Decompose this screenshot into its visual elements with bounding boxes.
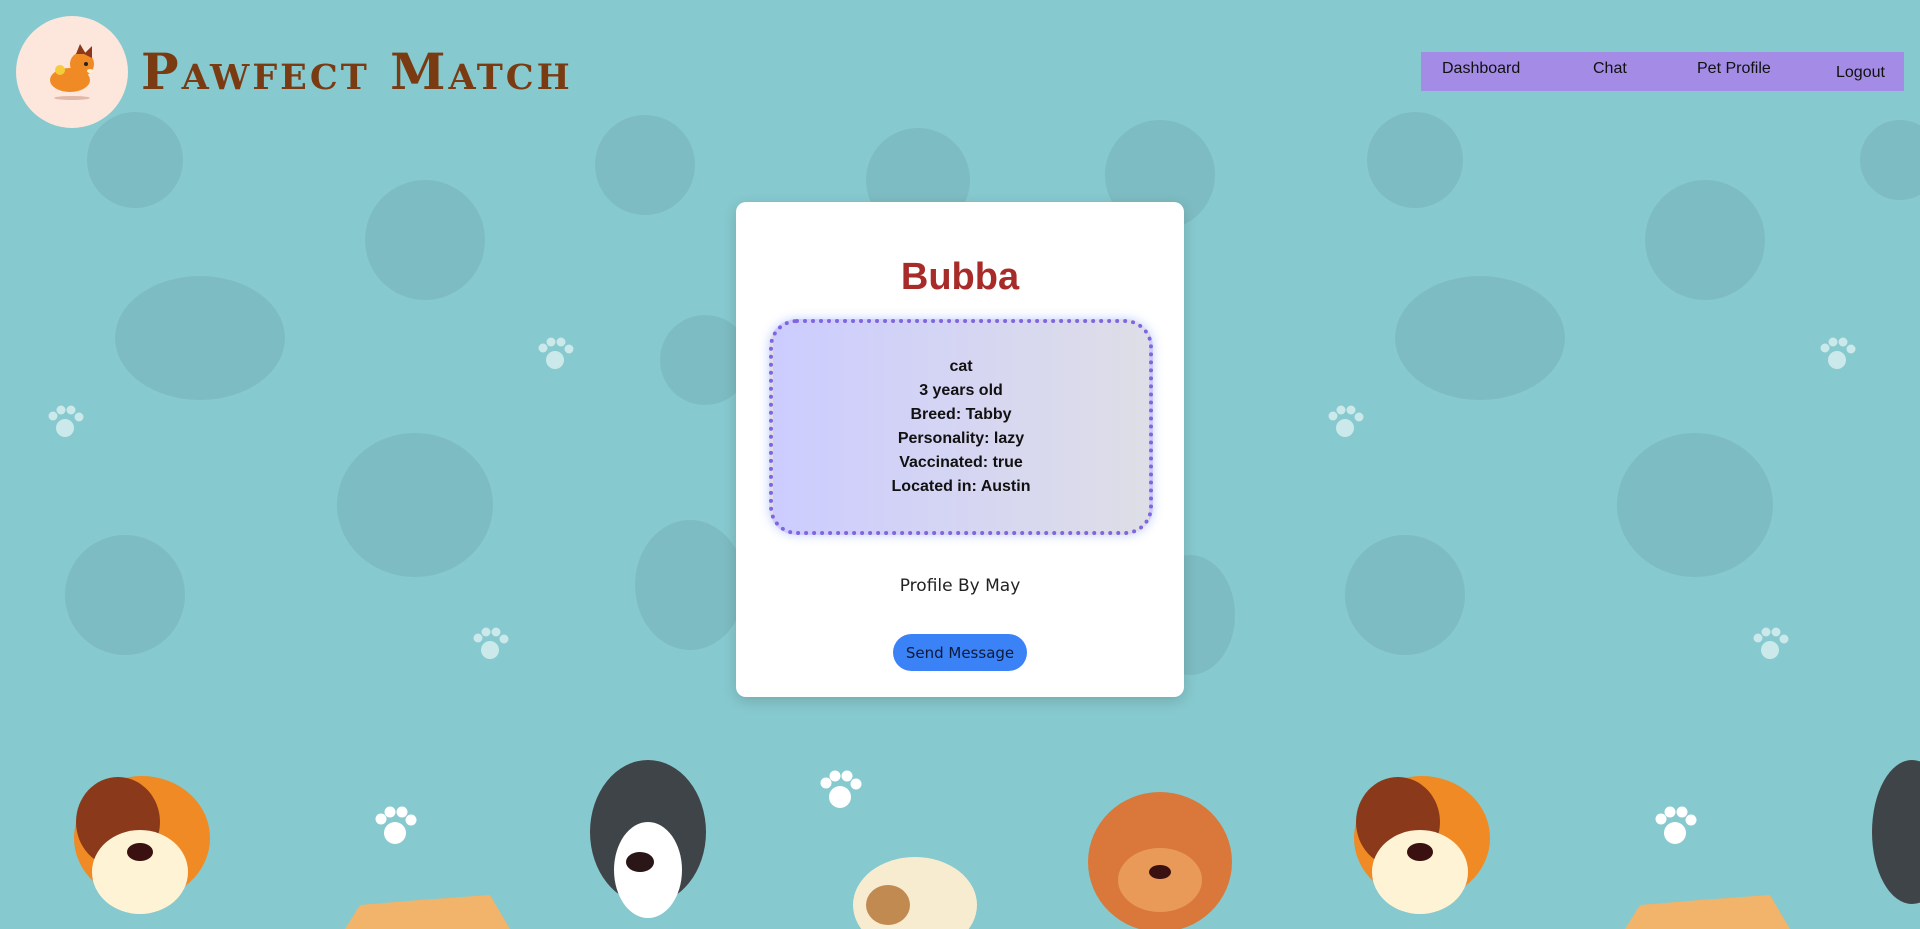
profile-owner: Profile By May — [899, 576, 1021, 596]
send-message-button[interactable]: Send Message — [893, 634, 1027, 671]
nav-chat[interactable]: Chat — [1593, 60, 1627, 78]
pet-info-box: cat 3 years old Breed: Tabby Personality… — [769, 319, 1153, 535]
nav-logout[interactable]: Logout — [1836, 64, 1885, 82]
pet-breed: Breed: Tabby — [910, 406, 1012, 423]
pet-age: 3 years old — [919, 382, 1003, 399]
main-nav: Dashboard Chat Pet Profile Logout — [1421, 52, 1904, 91]
nav-pet-profile[interactable]: Pet Profile — [1697, 60, 1771, 78]
pet-vaccinated: Vaccinated: true — [899, 454, 1023, 471]
brand-title: Pawfect Match — [141, 42, 573, 101]
pet-profile-card: Bubba cat 3 years old Breed: Tabby Perso… — [736, 202, 1184, 697]
pet-name: Bubba — [900, 256, 1020, 298]
pet-personality: Personality: lazy — [897, 430, 1025, 447]
pet-location: Located in: Austin — [891, 478, 1031, 495]
dog-mascot-icon — [50, 44, 94, 100]
pet-type: cat — [949, 358, 973, 375]
nav-dashboard[interactable]: Dashboard — [1442, 60, 1520, 78]
logo[interactable] — [16, 16, 128, 128]
